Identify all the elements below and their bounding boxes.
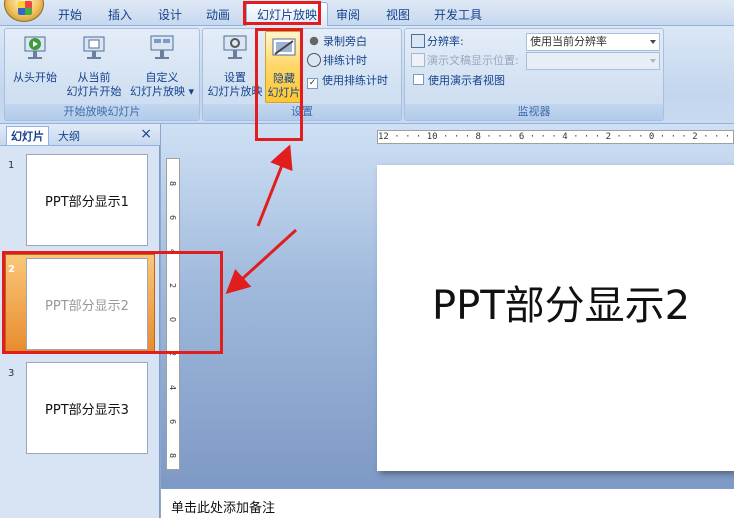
vertical-ruler: 8 6 4 2 0 2 4 6 8	[166, 158, 180, 470]
vruler-tick: 4	[168, 249, 177, 255]
tab-view[interactable]: 视图	[386, 6, 410, 23]
slide-thumbnail-title: PPT部分显示2	[45, 298, 129, 314]
clock-icon	[307, 53, 321, 67]
slide-thumbnail-2[interactable]: PPT部分显示2	[26, 258, 148, 350]
monitor-icon	[411, 34, 425, 48]
custom-show-label-2-text: 幻灯片放映	[129, 85, 185, 98]
slide-number-1: 1	[8, 160, 15, 171]
checkbox-unchecked-icon	[413, 74, 424, 85]
tab-outline[interactable]: 大纲	[58, 128, 80, 144]
from-current-slide-button[interactable]: 从当前 幻灯片开始	[63, 33, 125, 99]
slide-number-3: 3	[8, 368, 15, 379]
notes-pane[interactable]: 单击此处添加备注	[161, 488, 734, 518]
tab-review[interactable]: 审阅	[336, 6, 360, 23]
record-narration-label: 录制旁白	[323, 35, 367, 48]
play-from-start-icon	[24, 36, 46, 59]
tab-design[interactable]: 设计	[158, 6, 182, 23]
slide-thumbnail-title: PPT部分显示3	[45, 402, 129, 418]
setup-show-label-1: 设置	[224, 71, 246, 84]
custom-show-icon	[150, 35, 174, 59]
record-narration-button[interactable]: 录制旁白	[307, 33, 367, 51]
rehearse-timings-button[interactable]: 排练计时	[307, 52, 367, 70]
slides-pane: 幻灯片 大纲 × 1 PPT部分显示1 2 PPT部分显示2 3 PPT部分显示…	[0, 124, 160, 518]
group-monitors: 分辨率: 使用当前分辨率 演示文稿显示位置: 使用演示者视图 监视器	[404, 28, 664, 121]
use-rehearsed-timings-label: 使用排练计时	[322, 74, 388, 87]
hide-slide-icon	[272, 38, 296, 56]
close-pane-icon[interactable]: ×	[140, 126, 152, 142]
monitor-disabled-icon	[411, 53, 425, 67]
checkbox-checked-icon: ✓	[307, 78, 318, 89]
group-start-slide-show: 从头开始 从当前 幻灯片开始 自定义 幻灯片放映 ▾ 开始放映幻灯片	[4, 28, 200, 121]
group-setup: 设置 幻灯片放映 隐藏 幻灯片 录制旁白 排练计时 ✓ 使用排练计时 设置	[202, 28, 402, 121]
dropdown-arrow-icon	[650, 59, 656, 63]
dropdown-arrow-icon: ▾	[188, 85, 195, 98]
vruler-tick: 6	[168, 419, 177, 425]
vruler-tick: 8	[168, 181, 177, 187]
slide-number-2: 2	[8, 264, 15, 275]
office-logo-icon	[18, 1, 32, 15]
slide-canvas[interactable]: PPT部分显示2	[377, 165, 734, 471]
group-monitors-label: 监视器	[405, 104, 663, 120]
play-from-current-icon	[83, 36, 105, 59]
vruler-tick: 2	[168, 351, 177, 357]
use-rehearsed-timings-checkbox[interactable]: ✓ 使用排练计时	[307, 72, 388, 90]
from-beginning-button[interactable]: 从头开始	[9, 33, 61, 85]
slide-title[interactable]: PPT部分显示2	[432, 273, 690, 331]
tab-developer[interactable]: 开发工具	[434, 6, 482, 23]
notes-placeholder: 单击此处添加备注	[171, 501, 276, 516]
show-on-label: 演示文稿显示位置:	[427, 54, 519, 67]
tab-insert[interactable]: 插入	[108, 6, 132, 23]
vruler-tick: 8	[168, 453, 177, 459]
vruler-tick: 6	[168, 215, 177, 221]
microphone-icon	[307, 34, 321, 48]
slide-thumbnail-3[interactable]: PPT部分显示3	[26, 362, 148, 454]
from-beginning-label: 从头开始	[13, 71, 57, 84]
setup-show-label-2: 幻灯片放映	[207, 85, 263, 98]
from-current-label-1: 从当前	[77, 71, 111, 84]
rehearse-timings-label: 排练计时	[323, 54, 367, 67]
group-start-label: 开始放映幻灯片	[5, 104, 199, 120]
ribbon-tab-bar: 开始 插入 设计 动画 幻灯片放映 审阅 视图 开发工具	[0, 0, 734, 26]
group-setup-label: 设置	[203, 104, 401, 120]
setup-show-icon	[223, 35, 247, 59]
hide-slide-button[interactable]: 隐藏 幻灯片	[265, 31, 303, 103]
ribbon: 从头开始 从当前 幻灯片开始 自定义 幻灯片放映 ▾ 开始放映幻灯片 设置 幻灯…	[0, 26, 734, 124]
show-on-label-row: 演示文稿显示位置:	[411, 52, 519, 70]
from-current-label-2: 幻灯片开始	[66, 85, 122, 98]
slides-pane-tabs: 幻灯片 大纲 ×	[0, 124, 160, 146]
setup-slide-show-button[interactable]: 设置 幻灯片放映	[207, 33, 263, 99]
custom-show-label-1: 自定义	[145, 71, 179, 84]
hide-slide-label-2: 幻灯片	[267, 86, 301, 99]
horizontal-ruler: 12 · · · 10 · · · 8 · · · 6 · · · 4 · · …	[377, 130, 734, 144]
resolution-value: 使用当前分辨率	[530, 35, 607, 48]
custom-show-label-2: 幻灯片放映 ▾	[127, 85, 197, 99]
tab-slides[interactable]: 幻灯片	[6, 126, 49, 145]
vruler-tick: 2	[168, 283, 177, 289]
resolution-label: 分辨率:	[427, 35, 464, 48]
presenter-view-checkbox[interactable]: 使用演示者视图	[413, 72, 505, 90]
resolution-label-row: 分辨率:	[411, 33, 464, 51]
presenter-view-label: 使用演示者视图	[428, 74, 505, 87]
custom-slide-show-button[interactable]: 自定义 幻灯片放映 ▾	[127, 33, 197, 99]
tab-home[interactable]: 开始	[58, 6, 82, 23]
show-on-dropdown[interactable]	[526, 52, 660, 70]
hide-slide-label-1: 隐藏	[273, 72, 295, 85]
dropdown-arrow-icon	[650, 40, 656, 44]
slide-thumbnail-1[interactable]: PPT部分显示1	[26, 154, 148, 246]
vruler-tick: 4	[168, 385, 177, 391]
office-button[interactable]	[4, 0, 44, 22]
tab-animations[interactable]: 动画	[206, 6, 230, 23]
slide-thumbnail-title: PPT部分显示1	[45, 194, 129, 210]
vruler-tick: 0	[168, 317, 177, 323]
tab-slide-show[interactable]: 幻灯片放映	[246, 2, 329, 26]
resolution-dropdown[interactable]: 使用当前分辨率	[526, 33, 660, 51]
